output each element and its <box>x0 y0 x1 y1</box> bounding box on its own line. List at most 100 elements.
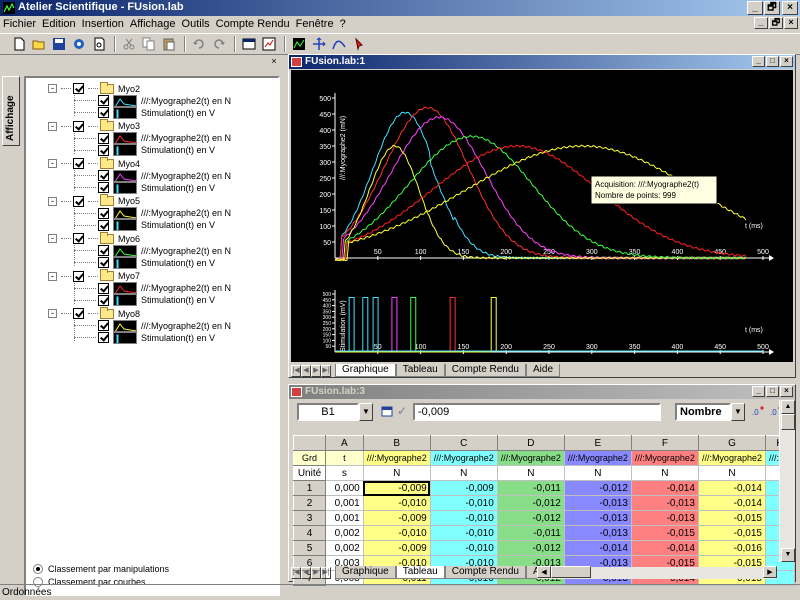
minimize-button[interactable]: _ <box>747 1 763 15</box>
graph-minimize-button[interactable]: _ <box>752 56 765 67</box>
table-cell[interactable]: -0,012 <box>496 495 565 511</box>
save-button[interactable] <box>50 35 68 53</box>
collapse-icon[interactable]: - <box>48 159 57 168</box>
tree-curve-item[interactable]: Stimulation(t) en V <box>98 331 215 344</box>
table-cell[interactable]: -0,013 <box>563 525 632 541</box>
table-cell[interactable]: -0,009 <box>362 540 431 556</box>
table-cell[interactable]: -0,012 <box>496 540 565 556</box>
table-cell[interactable]: -0,014 <box>630 480 699 496</box>
tab-graphique[interactable]: Graphique <box>335 364 396 377</box>
curve-checkbox[interactable] <box>98 170 109 181</box>
curve-checkbox[interactable] <box>98 132 109 144</box>
table-vertical-scrollbar[interactable]: ▲ ▼ <box>779 400 795 562</box>
format-dropdown-icon[interactable]: ▼ <box>731 403 745 421</box>
graph-area[interactable]: 500 450 400 350 300 250 200 150 100 50 50 100 150 200… <box>291 70 793 362</box>
table-tab-prev-icon[interactable]: ◀ <box>301 567 311 579</box>
row-header[interactable]: 5 <box>292 540 327 556</box>
table-cell[interactable]: -0,010 <box>362 495 431 511</box>
report-button[interactable] <box>260 35 278 53</box>
scroll-thumb[interactable] <box>781 414 795 430</box>
menu-compte-rendu[interactable]: Compte Rendu <box>213 18 293 30</box>
curve-checkbox[interactable] <box>98 144 109 156</box>
curve-checkbox[interactable] <box>98 245 109 256</box>
graph-close-button[interactable]: × <box>780 56 793 67</box>
column-header[interactable]: D <box>496 435 565 451</box>
tab-first-icon[interactable]: |◀ <box>291 365 301 377</box>
table-close-button[interactable]: × <box>780 386 793 397</box>
corner-cell[interactable] <box>292 435 327 451</box>
affichage-tab[interactable]: Affichage <box>2 76 20 146</box>
cell-reference-field[interactable]: B1 <box>297 403 359 421</box>
format-select[interactable]: Nombre <box>675 403 731 421</box>
scroll-down-icon[interactable]: ▼ <box>781 548 795 562</box>
radio-classement-manipulations[interactable]: Classement par manipulations <box>33 562 169 575</box>
save-all-button[interactable] <box>70 35 88 53</box>
row-header[interactable]: 3 <box>292 510 327 526</box>
cell-ref-dropdown-icon[interactable]: ▼ <box>359 403 373 421</box>
unit-cell[interactable]: N <box>362 465 431 481</box>
table-cell[interactable]: -0,010 <box>429 495 498 511</box>
magnitude-cell[interactable]: ///:Myographe2 <box>362 450 431 466</box>
curve-tool-button[interactable] <box>330 35 348 53</box>
table-cell[interactable]: -0,013 <box>563 510 632 526</box>
collapse-icon[interactable]: - <box>48 271 57 281</box>
mdi-restore-button[interactable]: 🗗 <box>769 17 783 29</box>
graph-button[interactable] <box>290 35 308 53</box>
group-checkbox[interactable] <box>73 83 84 94</box>
table-cell[interactable]: -0,011 <box>496 525 565 541</box>
table-cell[interactable]: -0,013 <box>630 510 699 526</box>
table-cell[interactable]: -0,013 <box>630 495 699 511</box>
menu-help[interactable]: ? <box>337 18 349 30</box>
curve-checkbox[interactable] <box>98 257 109 268</box>
group-checkbox[interactable] <box>73 195 84 207</box>
tree-curve-item[interactable]: Stimulation(t) en V <box>98 181 215 194</box>
table-cell[interactable]: -0,015 <box>630 525 699 541</box>
collapse-icon[interactable]: - <box>48 234 57 243</box>
magnitude-cell[interactable]: ///:Myographe2 <box>563 450 632 466</box>
unit-cell[interactable]: N <box>563 465 632 481</box>
row-header[interactable]: 4 <box>292 525 327 541</box>
group-checkbox[interactable] <box>73 270 84 282</box>
curve-checkbox[interactable] <box>98 294 109 306</box>
new-file-button[interactable] <box>10 35 28 53</box>
collapse-icon[interactable]: - <box>48 84 57 93</box>
table-cell[interactable]: -0,010 <box>429 510 498 526</box>
table-cell[interactable]: -0,013 <box>563 495 632 511</box>
table-cell[interactable]: -0,010 <box>429 540 498 556</box>
table-tab-last-icon[interactable]: ▶| <box>321 567 331 579</box>
table-cell[interactable]: -0,012 <box>496 510 565 526</box>
collapse-icon[interactable]: - <box>48 121 57 131</box>
copy-button[interactable] <box>140 35 158 53</box>
table-cell[interactable]: 0,002 <box>325 540 364 556</box>
group-checkbox[interactable] <box>73 158 84 169</box>
decimals-add-icon[interactable]: .0 <box>751 405 765 419</box>
table-tab-graphique[interactable]: Graphique <box>335 566 396 579</box>
redo-button[interactable] <box>210 35 228 53</box>
open-file-button[interactable] <box>30 35 48 53</box>
hscroll-right-icon[interactable]: ▶ <box>763 566 777 578</box>
table-cell[interactable]: -0,009 <box>362 480 431 496</box>
table-cell[interactable]: -0,014 <box>630 540 699 556</box>
menu-fichier[interactable]: Fichier <box>0 18 39 30</box>
table-cell[interactable]: -0,015 <box>697 525 766 541</box>
menu-insertion[interactable]: Insertion <box>79 18 127 30</box>
curve-checkbox[interactable] <box>98 107 109 118</box>
magnitude-cell[interactable]: ///:Myographe2 <box>630 450 699 466</box>
tree-curve-item[interactable]: Stimulation(t) en V <box>98 106 215 119</box>
paste-button[interactable] <box>160 35 178 53</box>
menu-fenetre[interactable]: Fenêtre <box>293 18 337 30</box>
magnitude-cell[interactable]: ///:Myographe2 <box>496 450 565 466</box>
window-button[interactable] <box>240 35 258 53</box>
curve-checkbox[interactable] <box>98 332 109 343</box>
undo-button[interactable] <box>190 35 208 53</box>
curve-checkbox[interactable] <box>98 219 109 231</box>
unit-cell[interactable]: N <box>630 465 699 481</box>
magnitude-cell[interactable]: ///:Myographe2 <box>429 450 498 466</box>
table-cell[interactable]: -0,010 <box>429 525 498 541</box>
unit-cell[interactable]: N <box>429 465 498 481</box>
group-checkbox[interactable] <box>73 233 84 244</box>
tab-compte-rendu[interactable]: Compte Rendu <box>444 364 526 377</box>
menu-edition[interactable]: Edition <box>39 18 79 30</box>
tab-next-icon[interactable]: ▶ <box>311 365 321 377</box>
table-cell[interactable]: -0,015 <box>697 510 766 526</box>
